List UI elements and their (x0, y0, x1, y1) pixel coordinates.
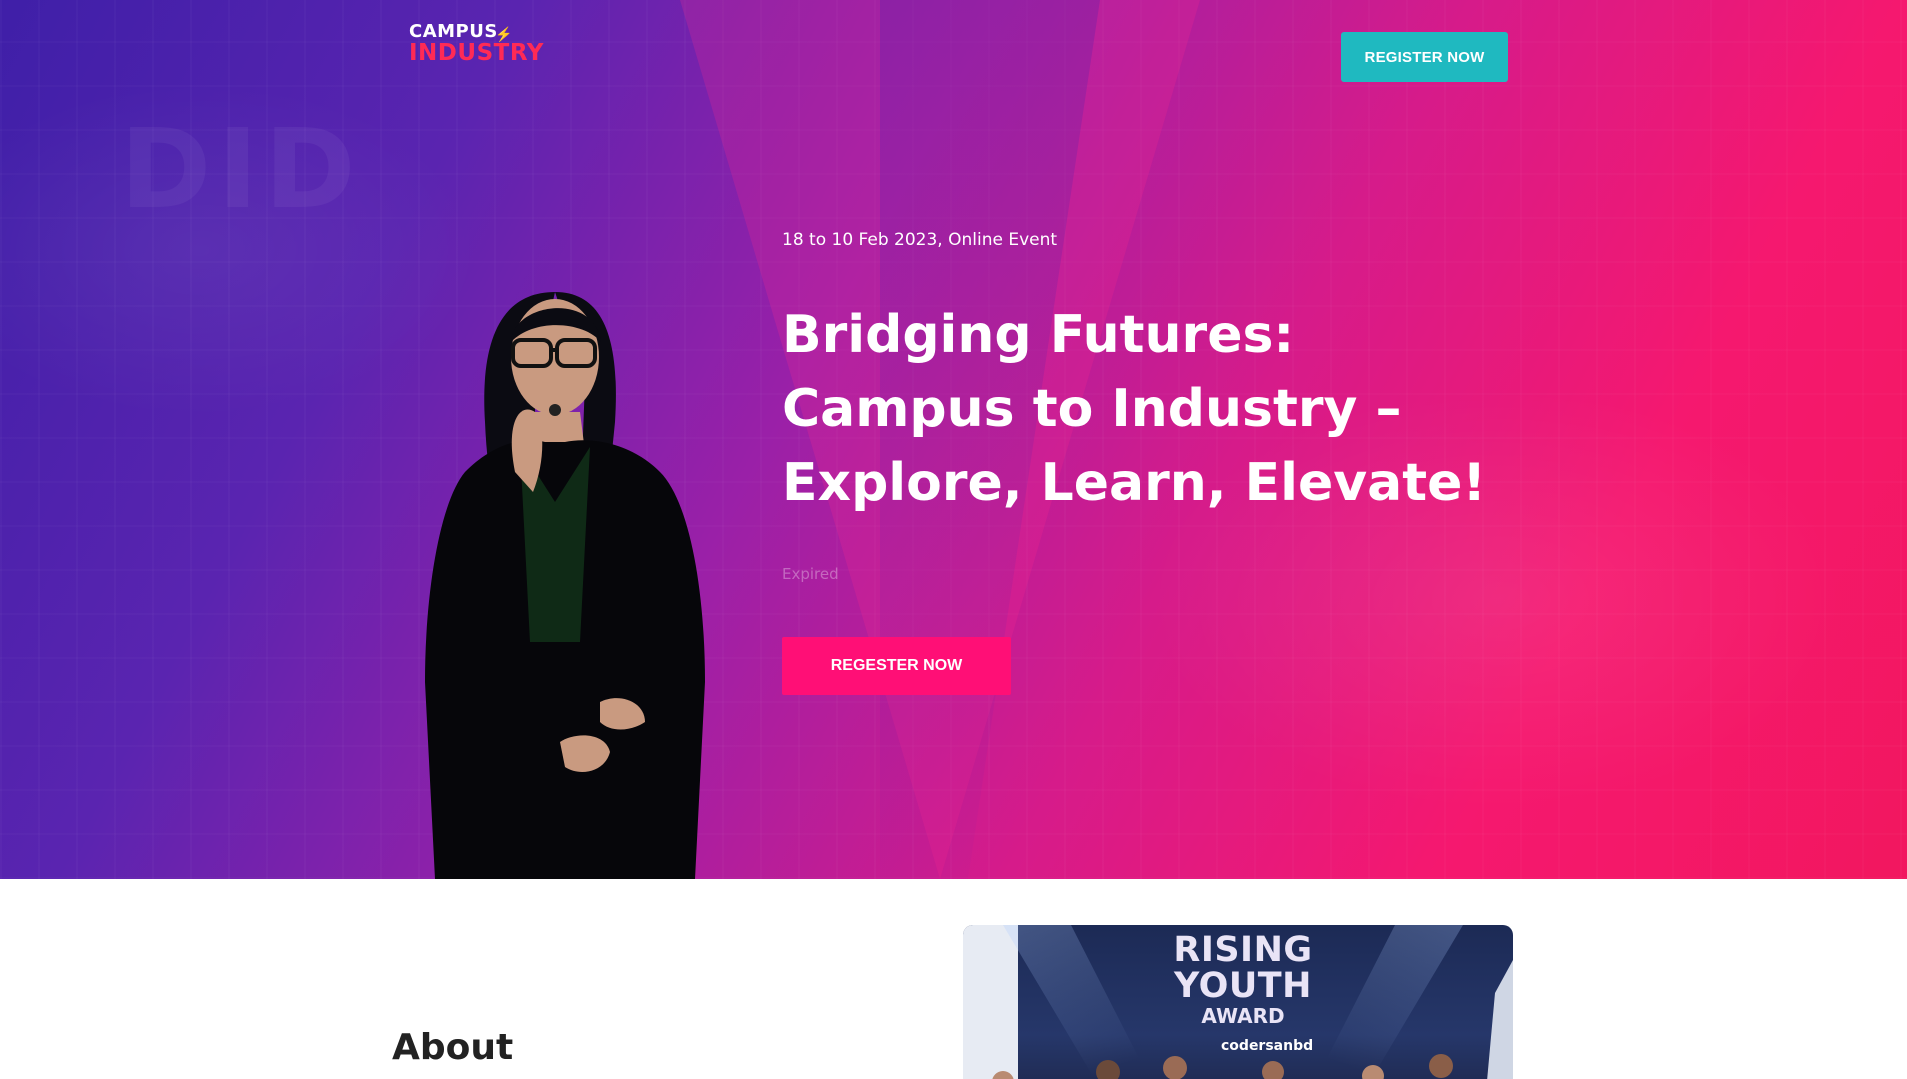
countdown-status: Expired (782, 565, 839, 583)
event-date-location: 18 to 10 Feb 2023, Online Event (782, 230, 1058, 250)
hero-background-ghost-text: DID (120, 105, 362, 233)
logo-line-campus: CAMPUS (409, 21, 498, 42)
photo-award-line1: RISING (1173, 930, 1313, 970)
hero-register-button[interactable]: REGESTER NOW (782, 637, 1011, 695)
site-logo[interactable]: CAMPUS ⚡ INDUSTRY (409, 23, 544, 65)
photo-award-line2: YOUTH (1174, 966, 1312, 1006)
hero-title: Bridging Futures: Campus to Industry – E… (782, 305, 1487, 513)
logo-line-industry: INDUSTRY (409, 40, 544, 66)
about-event-photo: RISING YOUTH AWARD codersanbd (963, 925, 1513, 1079)
logo-spark-icon: ⚡ (495, 26, 513, 42)
speaker-photo (425, 292, 705, 879)
photo-award-banner: RISING YOUTH AWARD (1158, 930, 1328, 1028)
about-heading: About (392, 1027, 514, 1068)
hero-section: DID CAMPUS ⚡ INDUSTRY REGISTER NOW 18 to… (0, 0, 1907, 879)
photo-award-recipients (992, 1054, 1453, 1079)
header-register-button[interactable]: REGISTER NOW (1341, 32, 1508, 82)
photo-award-line3: AWARD (1201, 1004, 1285, 1028)
